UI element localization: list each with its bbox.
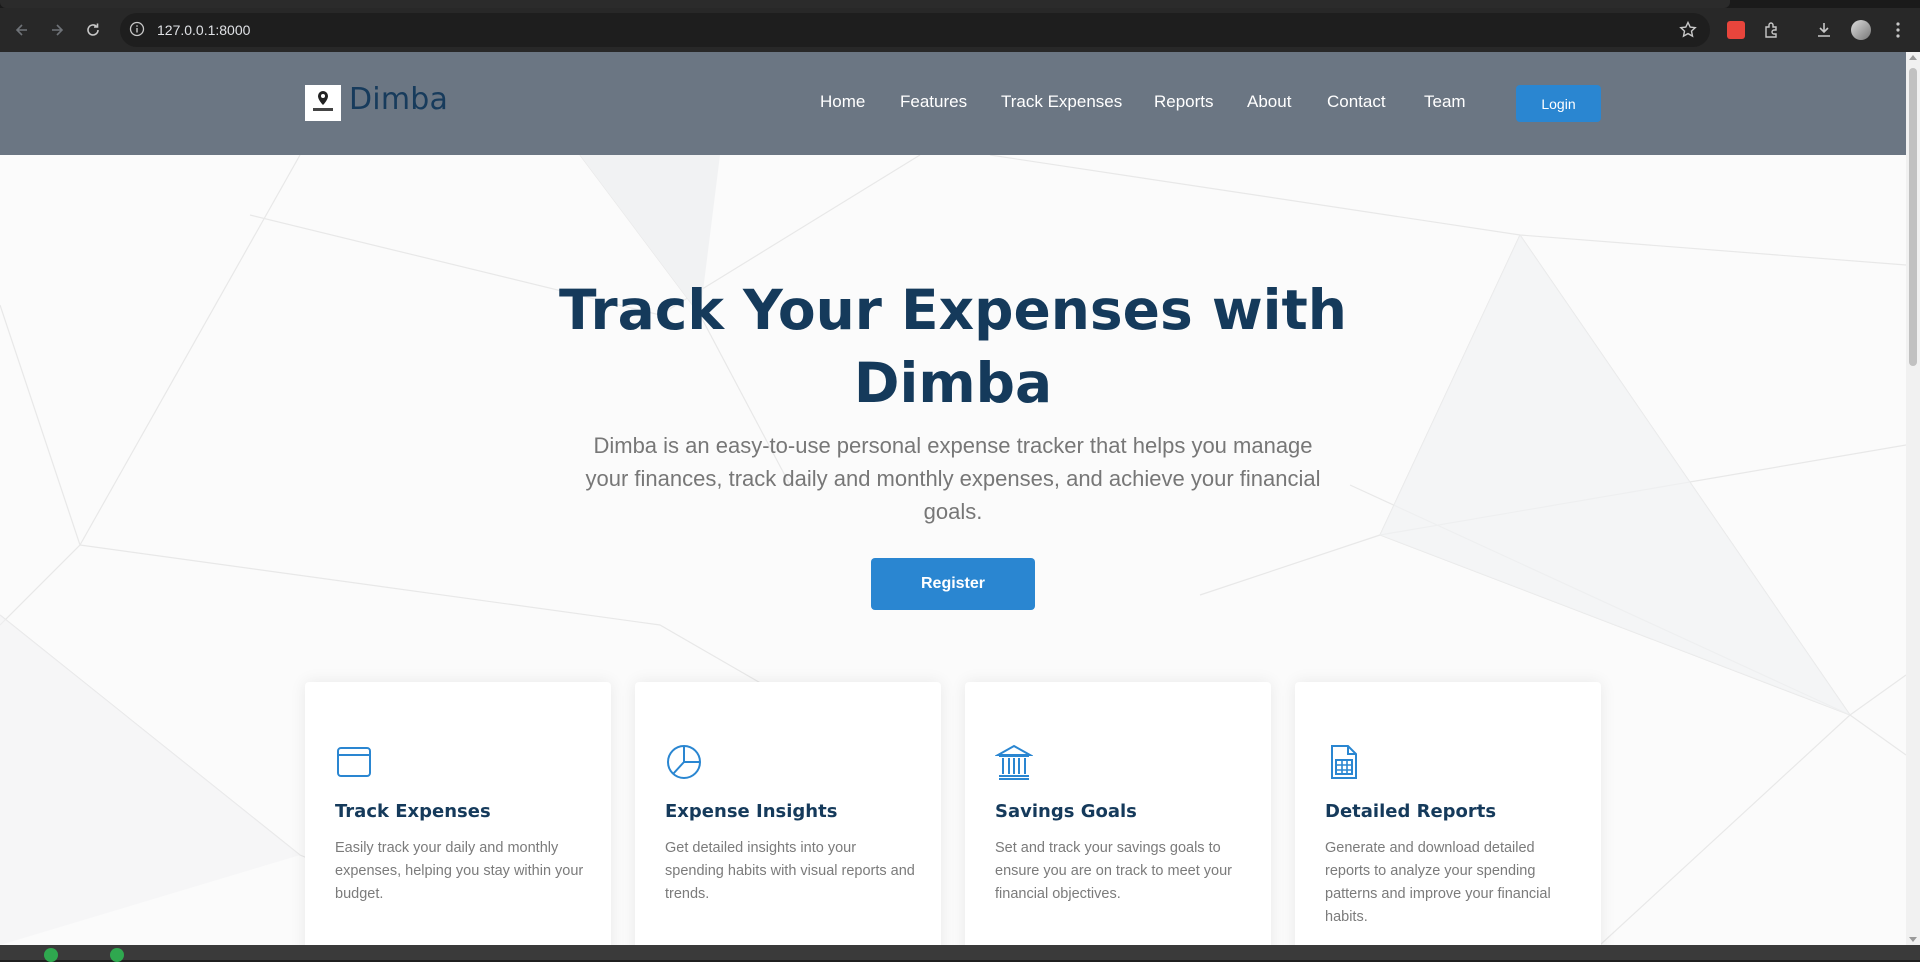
hero-title-line1: Track Your Expenses with: [559, 278, 1347, 342]
feature-description: Generate and download detailed reports t…: [1325, 840, 1551, 925]
feature-title: Detailed Reports: [1325, 801, 1497, 822]
nav-team[interactable]: Team: [1424, 92, 1466, 112]
menu-kebab-icon[interactable]: [1886, 18, 1910, 42]
feature-card-detailed-reports: Detailed Reports Generate and download d…: [1295, 682, 1601, 945]
download-icon[interactable]: [1812, 18, 1836, 42]
scrollbar-thumb[interactable]: [1909, 68, 1917, 366]
page-scrollbar[interactable]: [1906, 52, 1920, 945]
scroll-up-arrow-icon[interactable]: [1909, 55, 1917, 60]
spreadsheet-icon: [1325, 743, 1363, 781]
feature-description: Get detailed insights into your spending…: [665, 840, 915, 902]
feature-description: Set and track your savings goals to ensu…: [995, 840, 1232, 902]
nav-features[interactable]: Features: [900, 92, 967, 112]
puzzle-extensions-icon[interactable]: [1760, 18, 1784, 42]
bank-icon: [994, 743, 1034, 781]
wallet-icon: [335, 743, 373, 781]
scroll-down-arrow-icon[interactable]: [1909, 937, 1917, 942]
feature-card-savings-goals: Savings Goals Set and track your savings…: [965, 682, 1271, 945]
nav-contact[interactable]: Contact: [1327, 92, 1386, 112]
feature-title: Track Expenses: [335, 801, 491, 822]
bookmark-star-icon[interactable]: [1678, 20, 1698, 40]
feature-description: Easily track your daily and monthly expe…: [335, 840, 584, 902]
brand-logo[interactable]: [305, 85, 341, 121]
forward-arrow-icon[interactable]: [45, 18, 69, 42]
hero-subtitle: Dimba is an easy-to-use personal expense…: [585, 433, 1321, 524]
nav-reports[interactable]: Reports: [1154, 92, 1214, 112]
page-viewport: Dimba Home Features Track Expenses Repor…: [0, 52, 1906, 945]
active-tab[interactable]: [0, 0, 1730, 8]
nav-track-expenses[interactable]: Track Expenses: [1001, 92, 1122, 112]
os-taskbar: [0, 945, 1920, 962]
tab-strip: [0, 0, 1920, 8]
reload-icon[interactable]: [81, 18, 105, 42]
address-bar[interactable]: 127.0.0.1:8000: [120, 13, 1710, 47]
browser-toolbar: 127.0.0.1:8000: [0, 8, 1920, 52]
hero-title: Track Your Expenses with Dimba: [0, 274, 1906, 420]
brand-name[interactable]: Dimba: [349, 82, 448, 117]
pie-chart-icon: [665, 743, 703, 781]
hero-title-line2: Dimba: [853, 351, 1053, 415]
back-arrow-icon[interactable]: [10, 18, 34, 42]
feature-card-track-expenses: Track Expenses Easily track your daily a…: [305, 682, 611, 945]
nav-home[interactable]: Home: [820, 92, 865, 112]
profile-avatar-icon[interactable]: [1849, 18, 1873, 42]
login-button[interactable]: Login: [1516, 85, 1601, 122]
url-text[interactable]: 127.0.0.1:8000: [157, 13, 250, 47]
nav-about[interactable]: About: [1247, 92, 1291, 112]
site-info-icon[interactable]: [129, 21, 145, 37]
feature-title: Expense Insights: [665, 801, 838, 822]
feature-title: Savings Goals: [995, 801, 1137, 822]
feature-card-expense-insights: Expense Insights Get detailed insights i…: [635, 682, 941, 945]
extension-red-icon[interactable]: [1724, 18, 1748, 42]
site-header: Dimba Home Features Track Expenses Repor…: [0, 52, 1906, 155]
register-button[interactable]: Register: [871, 558, 1035, 610]
